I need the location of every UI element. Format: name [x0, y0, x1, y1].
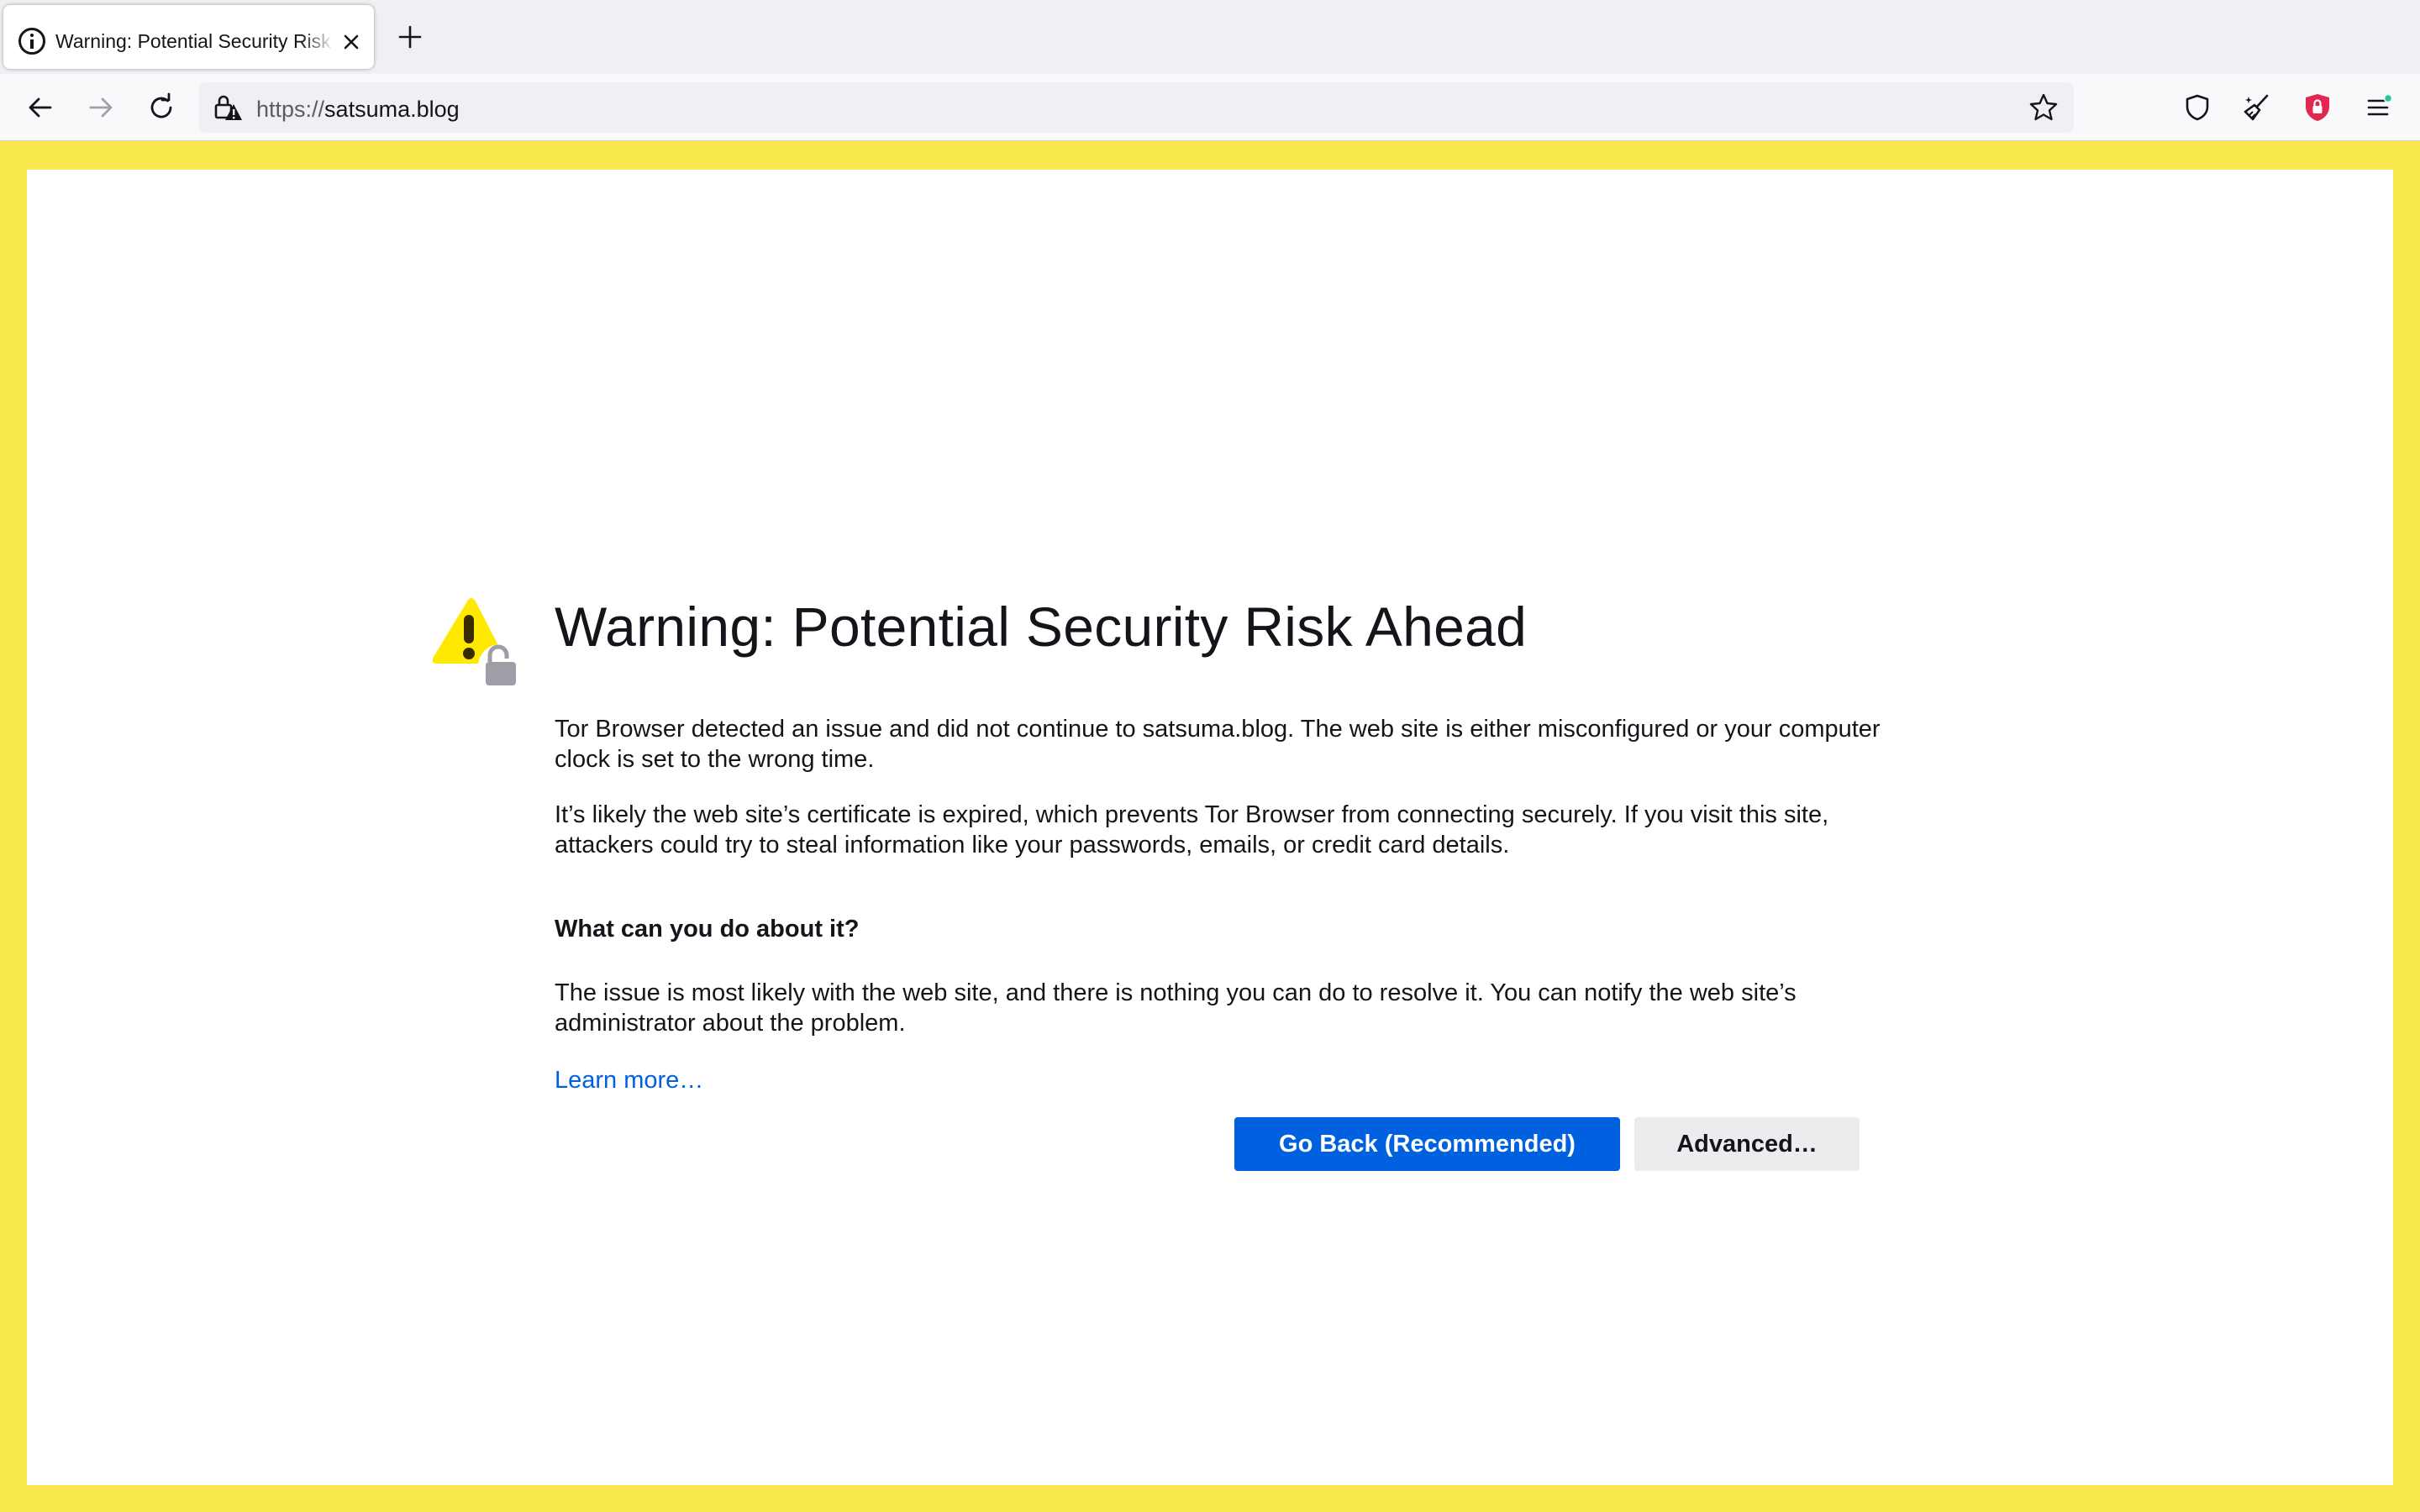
navigation-toolbar: https://satsuma.blog — [0, 74, 2420, 141]
ublock-button[interactable] — [2296, 86, 2339, 129]
warning-lock-icon — [432, 598, 522, 688]
tab-active[interactable]: Warning: Potential Security Risk Ahead — [3, 5, 374, 69]
url-bar[interactable]: https://satsuma.blog — [199, 82, 2074, 133]
learn-more-link[interactable]: Learn more… — [555, 1065, 703, 1095]
error-message: Warning: Potential Security Risk Ahead T… — [555, 590, 1886, 1095]
what-can-you-do-heading: What can you do about it? — [555, 916, 860, 942]
what-can-you-do-text: The issue is most likely with the web si… — [555, 979, 1797, 1037]
page-content: Warning: Potential Security Risk Ahead T… — [27, 170, 2393, 1485]
reload-button[interactable] — [139, 86, 183, 129]
new-tab-plus-icon[interactable] — [393, 20, 427, 54]
url-text[interactable]: https://satsuma.blog — [256, 97, 460, 123]
reload-icon — [150, 92, 172, 118]
url-host: satsuma.blog — [324, 97, 460, 122]
url-protocol: https:// — [256, 97, 325, 122]
info-icon — [18, 28, 45, 55]
error-detail: It’s likely the web site’s certificate i… — [555, 801, 1829, 858]
tracking-protection-button[interactable] — [2175, 86, 2219, 129]
lock-warning-icon[interactable] — [213, 92, 243, 123]
menu-icon — [2367, 93, 2393, 116]
page-title: Warning: Potential Security Risk Ahead — [555, 596, 1528, 658]
tab-strip: Warning: Potential Security Risk Ahead — [0, 0, 2420, 74]
forward-arrow-icon — [89, 97, 113, 118]
close-icon[interactable] — [338, 29, 365, 55]
ublock-shield-icon — [2306, 94, 2329, 121]
error-description: Tor Browser detected an issue and did no… — [555, 716, 1881, 773]
shield-icon — [2186, 94, 2209, 121]
go-back-button[interactable]: Go Back (Recommended) — [1234, 1117, 1620, 1171]
back-button[interactable] — [18, 86, 62, 129]
new-identity-button[interactable] — [2235, 86, 2279, 129]
tab-title: Warning: Potential Security Risk Ahead — [55, 30, 334, 52]
back-arrow-icon — [29, 97, 52, 118]
bookmark-star-icon[interactable] — [2028, 92, 2059, 123]
new-identity-broom-icon — [2244, 94, 2269, 121]
forward-button[interactable] — [79, 86, 123, 129]
advanced-button[interactable]: Advanced… — [1634, 1117, 1860, 1171]
app-menu-button[interactable] — [2356, 86, 2400, 129]
button-row: Go Back (Recommended) Advanced… — [1234, 1117, 1889, 1174]
